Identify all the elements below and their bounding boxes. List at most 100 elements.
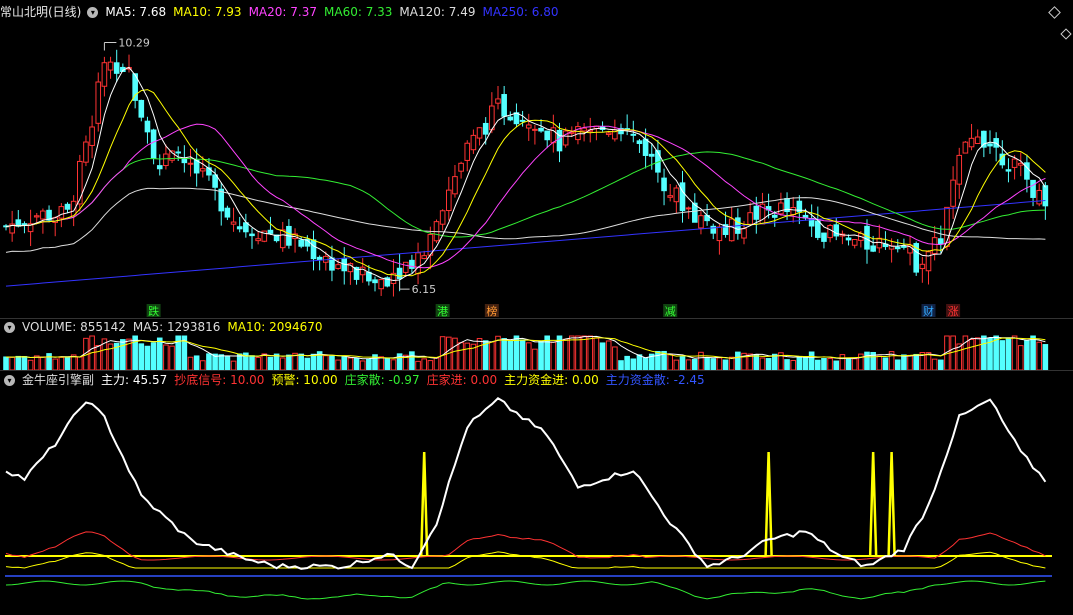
volume-bar bbox=[821, 358, 827, 370]
indicator-fund-out: 主力资金散: -2.45 bbox=[605, 373, 705, 387]
candle-body bbox=[821, 232, 827, 242]
volume-bar bbox=[550, 341, 557, 370]
indicator-dealer-out: 庄家散: -0.97 bbox=[344, 373, 420, 387]
candle-body bbox=[698, 215, 704, 229]
volume-bar bbox=[77, 356, 83, 370]
volume-bar bbox=[710, 358, 717, 370]
volume-bar bbox=[1017, 345, 1024, 370]
candle-body bbox=[870, 245, 876, 252]
candle-body bbox=[200, 168, 206, 172]
volume-bar bbox=[27, 359, 34, 370]
candle-body bbox=[642, 138, 649, 156]
volume-bar bbox=[187, 356, 194, 370]
candle-body bbox=[747, 212, 753, 225]
candle-body bbox=[230, 221, 237, 225]
volume-bar bbox=[815, 359, 821, 370]
candle-body bbox=[1017, 162, 1024, 166]
high-price-label: 10.29 bbox=[118, 36, 149, 49]
candle-body bbox=[741, 228, 747, 239]
volume-bar bbox=[58, 356, 65, 370]
diamond-icon[interactable] bbox=[1048, 6, 1061, 19]
volume-bar bbox=[605, 340, 612, 370]
volume-bar bbox=[52, 358, 59, 370]
candle-body bbox=[532, 128, 538, 131]
volume-bar bbox=[298, 353, 304, 370]
candle-body bbox=[661, 177, 667, 192]
volume-bar bbox=[421, 358, 427, 370]
candle-body bbox=[298, 239, 304, 247]
candle-body bbox=[193, 159, 200, 174]
candle-body bbox=[648, 153, 655, 157]
volume-bar bbox=[876, 355, 883, 370]
candle-body bbox=[815, 220, 821, 238]
bottom-signal-spike bbox=[868, 451, 878, 557]
ma20-label: MA20: 7.37 bbox=[248, 5, 317, 19]
volume-bar bbox=[323, 355, 329, 370]
candle-body bbox=[316, 256, 323, 261]
indicator-collapse-icon[interactable]: ▾ bbox=[4, 374, 15, 386]
candle-body bbox=[968, 137, 975, 148]
volume-bar bbox=[1011, 335, 1018, 370]
volume-bar bbox=[525, 342, 532, 370]
volume-bar bbox=[759, 357, 766, 370]
candle-body bbox=[667, 195, 674, 198]
candle-body bbox=[187, 162, 194, 165]
volume-bar bbox=[427, 360, 434, 370]
volume-bar bbox=[353, 357, 360, 370]
volume-bar bbox=[642, 357, 649, 370]
candle-body bbox=[421, 255, 427, 259]
volume-collapse-icon[interactable]: ▾ bbox=[4, 321, 15, 333]
volume-bar bbox=[378, 356, 384, 370]
stock-title: 常山北明(日线) bbox=[0, 5, 82, 19]
candle-body bbox=[150, 129, 157, 159]
volume-bar bbox=[206, 353, 212, 370]
candle-body bbox=[556, 129, 563, 152]
indicator-warning: 预警: 10.00 bbox=[271, 373, 338, 387]
volume-bar bbox=[433, 357, 440, 370]
volume-bar bbox=[267, 356, 274, 370]
candle-body bbox=[144, 120, 151, 133]
candle-body bbox=[372, 279, 378, 284]
volume-bar bbox=[833, 360, 840, 370]
ma120-line bbox=[5, 187, 1046, 253]
indicator-chart[interactable] bbox=[0, 388, 1073, 615]
volume-bar bbox=[569, 335, 575, 370]
indicator-name: 金牛座引擎副 bbox=[22, 373, 95, 387]
main-collapse-icon[interactable]: ▾ bbox=[87, 6, 99, 18]
candle-body bbox=[495, 98, 501, 104]
volume-chart[interactable] bbox=[0, 334, 1073, 370]
candle-body bbox=[476, 127, 483, 139]
volume-bar bbox=[156, 337, 163, 370]
volume-bar bbox=[784, 359, 790, 370]
candle-body bbox=[366, 271, 372, 282]
candle-body bbox=[113, 62, 120, 74]
ma60-label: MA60: 7.33 bbox=[324, 5, 393, 19]
candle-body bbox=[827, 224, 833, 239]
candle-body bbox=[833, 224, 840, 237]
candle-body bbox=[987, 143, 993, 147]
volume-bar bbox=[249, 355, 255, 370]
candle-body bbox=[673, 187, 680, 203]
volume-bar bbox=[882, 357, 889, 370]
candle-body bbox=[894, 246, 901, 250]
candle-body bbox=[249, 233, 255, 237]
candle-body bbox=[64, 203, 71, 210]
volume-bar bbox=[452, 337, 458, 370]
volume-bar bbox=[464, 342, 471, 370]
indicator-main-force: 主力: 45.57 bbox=[101, 373, 168, 387]
candle-body bbox=[1036, 189, 1043, 205]
candle-body bbox=[212, 174, 218, 188]
price-chart[interactable]: 10.29 6.15 跌 港 榜 减 财 涨 bbox=[0, 20, 1073, 318]
volume-bar bbox=[144, 345, 151, 370]
ma5-label: MA5: 7.68 bbox=[105, 5, 167, 19]
volume-bar bbox=[200, 360, 206, 370]
candle-body bbox=[864, 225, 870, 250]
candle-body bbox=[790, 207, 797, 216]
candle-body bbox=[1011, 158, 1018, 168]
candle-body bbox=[919, 263, 926, 270]
volume-bar bbox=[513, 335, 520, 370]
volume-bar bbox=[655, 351, 661, 370]
candle-body bbox=[310, 239, 317, 260]
candle-body bbox=[40, 210, 46, 220]
volume-bar bbox=[667, 354, 674, 370]
